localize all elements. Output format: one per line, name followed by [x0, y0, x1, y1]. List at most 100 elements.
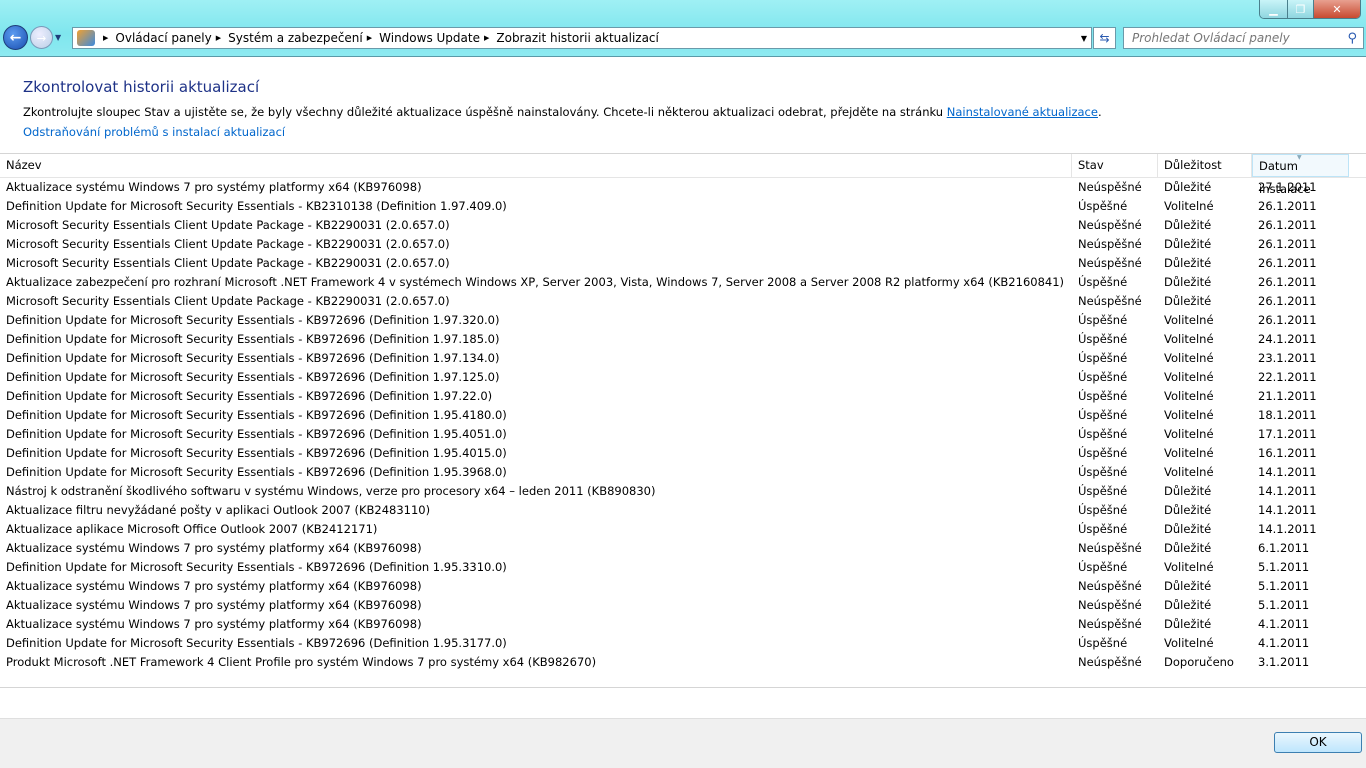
table-row[interactable]: Definition Update for Microsoft Security…: [0, 406, 1366, 425]
list-header: Název Stav Důležitost ▼ Datum instalace: [0, 154, 1366, 196]
minimize-icon: ▁: [1269, 2, 1278, 16]
update-importance: Volitelné: [1164, 465, 1214, 479]
update-importance: Volitelné: [1164, 427, 1214, 441]
table-row[interactable]: Aktualizace filtru nevyžádané pošty v ap…: [0, 501, 1366, 520]
chevron-right-icon[interactable]: ▶: [103, 34, 108, 42]
update-status: Úspěšné: [1078, 275, 1128, 289]
update-name: Aktualizace filtru nevyžádané pošty v ap…: [6, 503, 431, 517]
table-row[interactable]: Aktualizace systému Windows 7 pro systém…: [0, 596, 1366, 615]
breadcrumb-item[interactable]: Zobrazit historii aktualizací: [496, 31, 659, 45]
update-status: Úspěšné: [1078, 427, 1128, 441]
table-row[interactable]: Definition Update for Microsoft Security…: [0, 197, 1366, 216]
update-importance: Volitelné: [1164, 389, 1214, 403]
arrow-left-icon: ←: [9, 29, 22, 46]
troubleshoot-link[interactable]: Odstraňování problémů s instalací aktual…: [23, 125, 285, 139]
minimize-button[interactable]: ▁: [1260, 0, 1287, 18]
update-importance: Důležité: [1164, 237, 1212, 251]
table-row[interactable]: Definition Update for Microsoft Security…: [0, 634, 1366, 653]
update-name: Definition Update for Microsoft Security…: [6, 427, 507, 441]
table-row[interactable]: Definition Update for Microsoft Security…: [0, 349, 1366, 368]
update-status: Úspěšné: [1078, 503, 1128, 517]
install-date: 27.1.2011: [1258, 180, 1317, 194]
search-icon[interactable]: ⚲: [1347, 31, 1357, 46]
column-header-name[interactable]: Název: [0, 154, 1072, 177]
update-importance: Důležité: [1164, 484, 1212, 498]
table-row[interactable]: Aktualizace systému Windows 7 pro systém…: [0, 178, 1366, 197]
update-name: Aktualizace systému Windows 7 pro systém…: [6, 598, 422, 612]
update-name: Microsoft Security Essentials Client Upd…: [6, 294, 450, 308]
table-row[interactable]: Nástroj k odstranění škodlivého softwaru…: [0, 482, 1366, 501]
table-row[interactable]: Microsoft Security Essentials Client Upd…: [0, 235, 1366, 254]
install-date: 14.1.2011: [1258, 522, 1317, 536]
install-date: 26.1.2011: [1258, 237, 1317, 251]
address-dropdown-icon[interactable]: ▼: [1081, 34, 1087, 43]
update-importance: Volitelné: [1164, 313, 1214, 327]
update-name: Definition Update for Microsoft Security…: [6, 636, 507, 650]
table-row[interactable]: Definition Update for Microsoft Security…: [0, 444, 1366, 463]
update-name: Aktualizace systému Windows 7 pro systém…: [6, 180, 422, 194]
update-name: Aktualizace systému Windows 7 pro systém…: [6, 579, 422, 593]
search-input[interactable]: Prohledat Ovládací panely ⚲: [1123, 27, 1364, 49]
close-button[interactable]: ✕: [1313, 0, 1360, 18]
update-name: Aktualizace systému Windows 7 pro systém…: [6, 617, 422, 631]
installed-updates-link[interactable]: Nainstalované aktualizace: [947, 105, 1098, 119]
maximize-button[interactable]: ❐: [1287, 0, 1313, 18]
update-importance: Volitelné: [1164, 446, 1214, 460]
page-description: Zkontrolujte sloupec Stav a ujistěte se,…: [23, 105, 1102, 119]
recent-pages-dropdown[interactable]: ▼: [55, 33, 61, 42]
table-row[interactable]: Aktualizace systému Windows 7 pro systém…: [0, 539, 1366, 558]
update-status: Neúspěšné: [1078, 180, 1142, 194]
update-status: Neúspěšné: [1078, 655, 1142, 669]
install-date: 26.1.2011: [1258, 275, 1317, 289]
control-panel-icon: [77, 30, 95, 46]
column-header-status[interactable]: Stav: [1072, 154, 1158, 177]
update-importance: Volitelné: [1164, 560, 1214, 574]
update-status: Úspěšné: [1078, 465, 1128, 479]
table-row[interactable]: Microsoft Security Essentials Client Upd…: [0, 254, 1366, 273]
update-status: Neúspěšné: [1078, 256, 1142, 270]
update-name: Definition Update for Microsoft Security…: [6, 446, 507, 460]
table-row[interactable]: Definition Update for Microsoft Security…: [0, 558, 1366, 577]
update-name: Definition Update for Microsoft Security…: [6, 389, 493, 403]
update-importance: Doporučeno: [1164, 655, 1234, 669]
update-name: Microsoft Security Essentials Client Upd…: [6, 218, 450, 232]
update-status: Neúspěšné: [1078, 237, 1142, 251]
back-button[interactable]: ←: [3, 25, 28, 50]
forward-button[interactable]: →: [30, 26, 53, 49]
table-row[interactable]: Definition Update for Microsoft Security…: [0, 425, 1366, 444]
breadcrumb-item[interactable]: Systém a zabezpečení: [228, 31, 363, 45]
table-row[interactable]: Definition Update for Microsoft Security…: [0, 387, 1366, 406]
update-status: Úspěšné: [1078, 522, 1128, 536]
column-header-install-date[interactable]: ▼ Datum instalace: [1252, 154, 1349, 196]
table-row[interactable]: Definition Update for Microsoft Security…: [0, 463, 1366, 482]
install-date: 16.1.2011: [1258, 446, 1317, 460]
column-header-importance[interactable]: Důležitost: [1158, 154, 1252, 177]
table-row[interactable]: Produkt Microsoft .NET Framework 4 Clien…: [0, 653, 1366, 672]
update-name: Definition Update for Microsoft Security…: [6, 199, 507, 213]
refresh-button[interactable]: ⇆: [1093, 27, 1116, 49]
update-name: Definition Update for Microsoft Security…: [6, 370, 500, 384]
update-name: Definition Update for Microsoft Security…: [6, 560, 507, 574]
title-bar: ▁ ❐ ✕ ← → ▼ ▶ Ovládací panely ▶ Systém a za…: [0, 0, 1366, 57]
table-row[interactable]: Definition Update for Microsoft Security…: [0, 368, 1366, 387]
ok-button[interactable]: OK: [1274, 732, 1362, 753]
table-row[interactable]: Aktualizace aplikace Microsoft Office Ou…: [0, 520, 1366, 539]
chevron-right-icon[interactable]: ▶: [367, 34, 372, 42]
table-row[interactable]: Definition Update for Microsoft Security…: [0, 311, 1366, 330]
table-row[interactable]: Microsoft Security Essentials Client Upd…: [0, 292, 1366, 311]
table-row[interactable]: Aktualizace zabezpečení pro rozhraní Mic…: [0, 273, 1366, 292]
breadcrumb-item[interactable]: Ovládací panely: [115, 31, 211, 45]
breadcrumb-item[interactable]: Windows Update: [379, 31, 480, 45]
table-row[interactable]: Aktualizace systému Windows 7 pro systém…: [0, 577, 1366, 596]
install-date: 26.1.2011: [1258, 294, 1317, 308]
address-bar[interactable]: ▶ Ovládací panely ▶ Systém a zabezpečení ▶ Wi…: [72, 27, 1092, 49]
update-importance: Důležité: [1164, 598, 1212, 612]
chevron-right-icon[interactable]: ▶: [484, 34, 489, 42]
table-row[interactable]: Aktualizace systému Windows 7 pro systém…: [0, 615, 1366, 634]
update-importance: Důležité: [1164, 522, 1212, 536]
table-row[interactable]: Definition Update for Microsoft Security…: [0, 330, 1366, 349]
chevron-right-icon[interactable]: ▶: [216, 34, 221, 42]
update-history-list: Název Stav Důležitost ▼ Datum instalace A…: [0, 153, 1366, 688]
update-status: Úspěšné: [1078, 446, 1128, 460]
table-row[interactable]: Microsoft Security Essentials Client Upd…: [0, 216, 1366, 235]
